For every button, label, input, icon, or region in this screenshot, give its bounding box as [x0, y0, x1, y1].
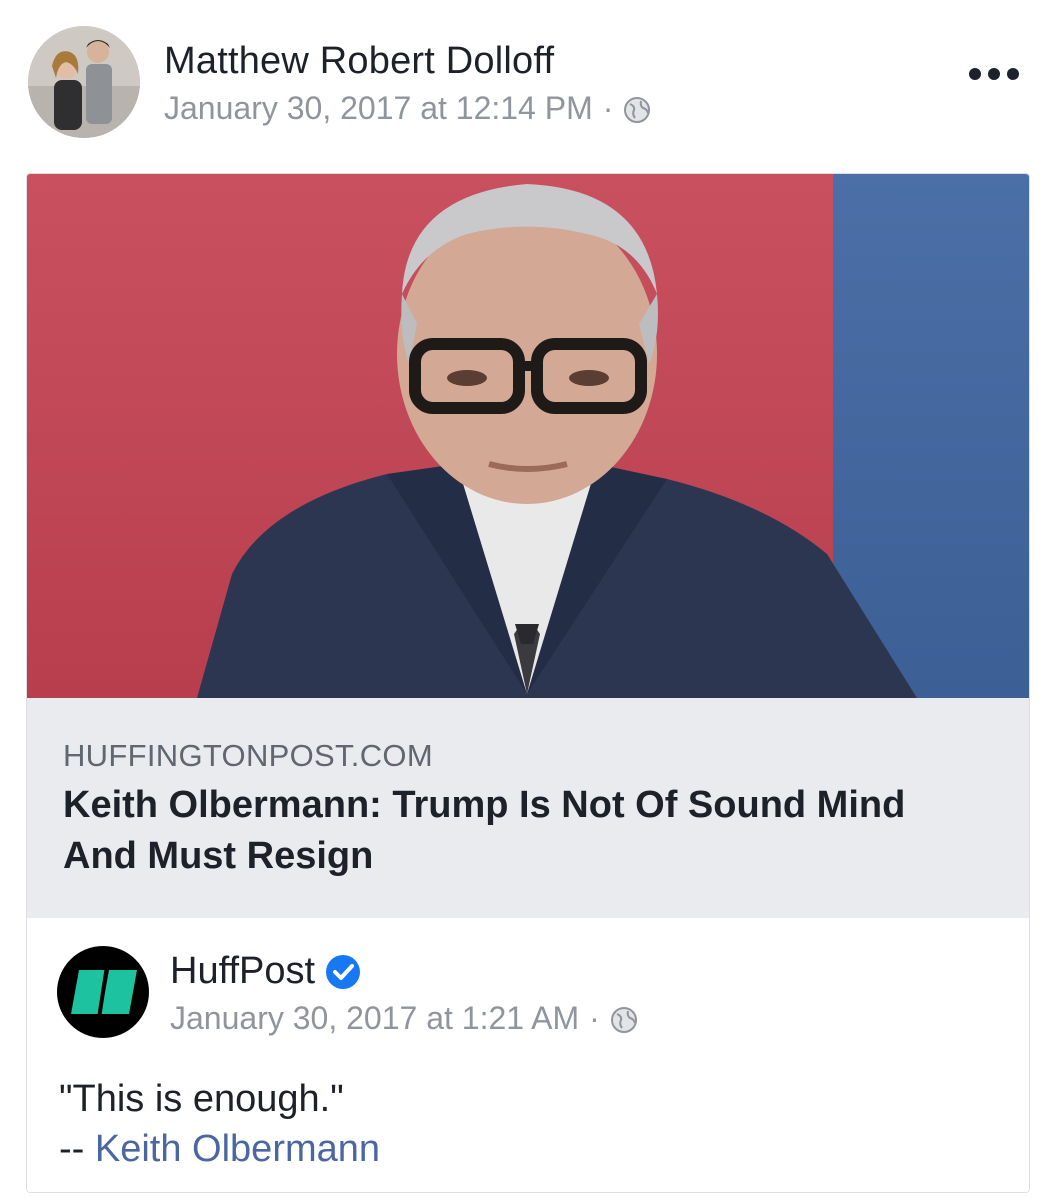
attribution-link[interactable]: Keith Olbermann [95, 1128, 380, 1170]
embedded-post: HuffPost January 30, 2017 at 1:21 AM · "… [27, 918, 1029, 1192]
post-header: Matthew Robert Dolloff January 30, 2017 … [0, 0, 1055, 160]
embedded-post-meta: January 30, 2017 at 1:21 AM · [170, 1000, 638, 1037]
huffpost-logo[interactable] [57, 946, 149, 1038]
embedded-post-timestamp[interactable]: January 30, 2017 at 1:21 AM [170, 1000, 579, 1037]
more-dot [1007, 68, 1019, 80]
link-title[interactable]: Keith Olbermann: Trump Is Not Of Sound M… [63, 780, 983, 882]
post-meta: January 30, 2017 at 12:14 PM · [164, 90, 651, 127]
more-dot [969, 68, 981, 80]
link-preview[interactable]: HUFFINGTONPOST.COM Keith Olbermann: Trum… [27, 698, 1029, 918]
attribution-line: -- Keith Olbermann [59, 1124, 380, 1174]
page-name-row: HuffPost [170, 950, 361, 993]
meta-separator: · [602, 90, 614, 126]
embedded-post-text: "This is enough." -- Keith Olbermann [59, 1074, 380, 1174]
avatar-photo [28, 26, 140, 138]
attribution-prefix: -- [59, 1128, 95, 1170]
link-domain: HUFFINGTONPOST.COM [63, 738, 433, 773]
hero-illustration [27, 174, 1029, 698]
verified-badge-icon [326, 954, 361, 989]
globe-icon [624, 96, 651, 123]
quote-text: "This is enough." [59, 1078, 344, 1120]
author-name[interactable]: Matthew Robert Dolloff [164, 40, 554, 83]
article-hero-image[interactable] [27, 174, 1029, 698]
more-options-icon[interactable] [969, 54, 1019, 94]
shared-link-card: HUFFINGTONPOST.COM Keith Olbermann: Trum… [26, 173, 1030, 1193]
page-name[interactable]: HuffPost [170, 950, 315, 993]
meta-separator: · [589, 1000, 600, 1036]
post-timestamp[interactable]: January 30, 2017 at 12:14 PM [164, 90, 593, 127]
globe-icon [610, 1006, 637, 1033]
more-dot [988, 68, 1000, 80]
author-avatar[interactable] [28, 26, 140, 138]
huffpost-logo-mark [57, 946, 149, 1038]
